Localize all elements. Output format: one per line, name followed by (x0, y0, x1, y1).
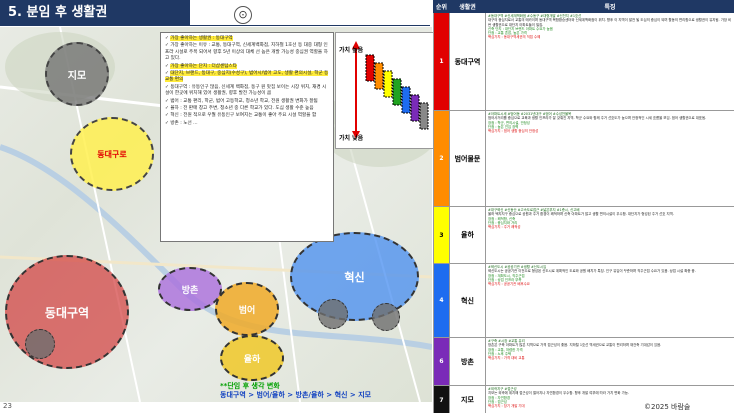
zone-dongdaegu-top[interactable]: 동대구로 (70, 117, 154, 191)
area-cell: 동대구역 (449, 12, 486, 111)
zone-dongdaegu[interactable]: 동대구역 (5, 255, 129, 369)
feature-price: 핵심가치 : 동대구역세권의 직접 수혜 (488, 35, 541, 40)
page-title: 5. 분임 후 생활권 (0, 0, 190, 25)
scale-bottom-label: 가치 낮음 (339, 135, 364, 142)
area-cell: 율하 (449, 206, 486, 264)
table-row: 2 범어물문 #아파트시세 #범어동 #2031년대구 #범어 #수성천물목 범… (433, 110, 734, 207)
info-text: ✓ 가장 좋아하는 이유 : 교통, 동대구역, 신세계백화점, 지하철 1호선… (165, 43, 328, 62)
table-row: 6 방촌 #구축 #시장 #교통 유리 방촌은 구축 아파트가 많은 지역으로 … (433, 337, 734, 386)
zone-label: 율하 (243, 354, 261, 365)
rank-cell: 3 (433, 206, 450, 264)
ranking-table: 순위 생활권 특징 1 동대구역 #동대구역 #신세계백화점 #수동구 #대형개… (433, 0, 734, 413)
area-cell: 지모 (449, 385, 486, 413)
table-row: 4 혁신 #혁신도시 #공공기관 #생활 #신도시입 혁신도시는 공공기관 이전… (433, 263, 734, 338)
zone-label: 범어 (238, 305, 256, 316)
table-row: 3 율하 #대구혁신 #신동산 #고속도로접근 #넓은부지 #1층시, 신고배 … (433, 206, 734, 264)
info-panel: ✓ 가장 좋아하는 생활권 : 동대구역 ✓ 가장 좋아하는 이유 : 교통, … (160, 32, 334, 242)
target-icon[interactable]: ⊙ (234, 6, 252, 24)
zone-label: 동대구역 (44, 305, 90, 320)
header-feature: 특징 (485, 0, 734, 13)
feature-price: 핵심가치 : 공공기관 배후수요 (488, 282, 530, 287)
info-text: ✓ 혁신 : 전원 적으로 우월 유동인구 보여지는 교통이 좋아 주요 시설 … (165, 113, 317, 119)
zone-bangchon[interactable]: 방촌 (158, 267, 222, 311)
feature-cell: #아파트시세 #범어동 #2031년대구 #범어 #수성천물목 범어사거리를 중… (485, 110, 734, 207)
header-rank: 순위 (433, 0, 450, 13)
zone-marker (372, 303, 400, 331)
feature-price: 핵심가치 : 범어 생활 중심의 안정성 (488, 129, 539, 134)
info-text: ✓ 가장 좋아하는 생활권 : 동대구역 (165, 36, 233, 41)
rank-cell: 6 (433, 337, 450, 386)
header-area: 생활권 (449, 0, 486, 13)
feature-text: 대구의 중심지로서 교통의 메카이며 동대구역 복합환승센터와 신세계백화점이 … (488, 18, 732, 27)
rank-cell: 4 (433, 263, 450, 338)
title-divider (0, 25, 430, 26)
zone-yulha[interactable]: 율하 (220, 335, 284, 381)
zone-label: 동대구로 (97, 149, 127, 159)
rank-cell: 1 (433, 12, 450, 111)
feature-cell: #구축 #시장 #교통 유리 방촌은 구축 아파트가 많은 지역으로 가격 접근… (485, 337, 734, 386)
area-cell: 혁신 (449, 263, 486, 338)
table-row: 1 동대구역 #동대구역 #신세계백화점 #수동구 #대형개발 #신천지 #1호… (433, 12, 734, 111)
feature-price: 핵심가치 : 장기 개발 기대 (488, 404, 525, 409)
info-text: ✓ 방촌 : 노선 ... (165, 120, 198, 126)
page-number: 23 (3, 402, 12, 410)
info-text: ✓ 범어 : 교통 편리, 학군, 범어 고등학교, 청소년 학교, 전원 생활… (165, 98, 318, 104)
area-cell: 범어물문 (449, 110, 486, 207)
feature-cell: #대구혁신 #신동산 #고속도로접근 #넓은부지 #1층시, 신고배 율하 택지… (485, 206, 734, 264)
feature-text: 범어사거리를 중심으로 교육과 생활 인프라가 잘 갖춰진 지역. 학군 수요와… (488, 116, 707, 121)
feature-cell: #동대구역 #신세계백화점 #수동구 #대형개발 #신천지 #1호선 대구의 중… (485, 12, 734, 111)
zone-marker (25, 329, 55, 359)
info-text: ✓ 대단지, 브랜드, 동대구, 중심지(수성구), 범어시/범어 고도, 생활… (165, 71, 329, 83)
zone-jimo[interactable]: 지모 (45, 42, 109, 106)
note-heading: **단임 후 생각 변화 (220, 382, 280, 390)
zone-label: 지모 (67, 70, 87, 82)
table-row: 7 지모 #외곽지구 #접근성 지모는 외곽에 위치해 접근성이 떨어지나 자연… (433, 385, 734, 413)
summary-note: **단임 후 생각 변화 동대구역 > 범어/율하 > 방촌/율하 > 혁신 >… (220, 382, 371, 400)
feature-price: 핵심가치 : 주거 쾌적성 (488, 225, 521, 230)
rank-cell: 2 (433, 110, 450, 207)
value-scale: 가치 높음 가치 낮음 (335, 32, 434, 149)
scale-top-label: 가치 높음 (339, 47, 364, 54)
feature-cell: #외곽지구 #접근성 지모는 외곽에 위치해 접근성이 떨어지나 자연환경이 우… (485, 385, 734, 413)
zone-label: 혁신 (344, 270, 365, 284)
zone-bomun[interactable]: 범어 (215, 282, 279, 336)
feature-price: 핵심가치 : 가격 대비 교통 (488, 356, 525, 361)
slide: 5. 분임 후 생활권 지모 동대구로 동대구역 방촌 범어 율하 혁신 ⊙ ✓… (0, 0, 734, 413)
area-cell: 방촌 (449, 337, 486, 386)
info-text: ✓ 가장 좋아하는 단지 : 더샵센텀스타 (165, 63, 237, 69)
zone-label: 방촌 (181, 285, 199, 296)
zone-marker (318, 299, 348, 329)
note-ranking: 동대구역 > 범어/율하 > 방촌/율하 > 혁신 > 지모 (220, 391, 372, 399)
info-text: ✓ 동대구역 : 유동인구 많음, 신세계 백화점, 동구 원 맛집 보이는 시… (165, 84, 327, 97)
feature-text: 혁신도시는 공공기관 이전으로 형성된 신도시로 계획적인 도로와 공원 배치가… (488, 269, 696, 274)
feature-cell: #혁신도시 #공공기관 #생활 #신도시입 혁신도시는 공공기관 이전으로 형성… (485, 263, 734, 338)
info-text: ✓ 율하 : 전 판매 창고 주변, 청소년 중 다른 학교가 있다. 도심 생… (165, 106, 314, 112)
zone-hyeoksin[interactable]: 혁신 (290, 232, 419, 321)
rank-cell: 7 (433, 385, 450, 413)
